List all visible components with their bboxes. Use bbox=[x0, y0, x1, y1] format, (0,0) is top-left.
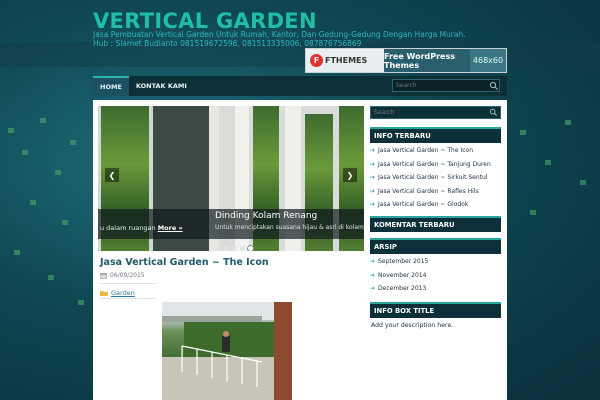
bg-decoration bbox=[62, 220, 68, 225]
bg-decoration bbox=[530, 210, 536, 215]
arrow-right-icon: ➜ bbox=[370, 271, 376, 279]
slide-previous-text: u dalam ruangan More » bbox=[100, 224, 183, 232]
bg-decoration bbox=[70, 140, 76, 145]
image-slider[interactable]: u dalam ruangan More » Dinding Kolam Ren… bbox=[98, 106, 364, 251]
info-box-description: Add your description here. bbox=[371, 322, 454, 329]
post-category[interactable]: Garden bbox=[100, 289, 135, 297]
list-item-link[interactable]: December 2013 bbox=[378, 285, 426, 292]
bg-decoration bbox=[565, 120, 571, 125]
post-meta: 06/09/2015 bbox=[100, 272, 145, 279]
arrow-right-icon: ➜ bbox=[370, 174, 376, 182]
ad-banner[interactable]: F FTHEMES Free WordPress Themes 468x60 bbox=[305, 48, 507, 73]
list-item[interactable]: ➜ Jasa Vertical Garden ~ Sirkuit Sentul bbox=[370, 171, 501, 185]
nav-item-home[interactable]: HOME bbox=[93, 76, 129, 96]
bg-decoration bbox=[520, 130, 526, 135]
divider bbox=[100, 283, 155, 284]
arrow-right-icon: ➜ bbox=[370, 285, 376, 293]
bg-decoration bbox=[580, 180, 586, 185]
list-item-link[interactable]: Jasa Vertical Garden ~ Glodok bbox=[378, 201, 468, 208]
list-item-link[interactable]: Jasa Vertical Garden ~ Sirkuit Sentul bbox=[378, 174, 487, 181]
bg-decoration bbox=[22, 150, 28, 155]
slide-title[interactable]: Dinding Kolam Renang bbox=[215, 211, 317, 221]
site-description: Jasa Pembuatan Vertical Garden Untuk Rum… bbox=[93, 30, 466, 48]
sidebar-search-box bbox=[370, 106, 501, 119]
garden-photo bbox=[162, 302, 292, 400]
slider-next-arrow-icon[interactable]: ❯ bbox=[343, 168, 357, 182]
ad-text: Free WordPress Themes bbox=[384, 49, 470, 72]
post-featured-image[interactable] bbox=[162, 302, 292, 400]
widget-title-komentar-terbaru: KOMENTAR TERBARU bbox=[370, 216, 501, 232]
more-link[interactable]: More » bbox=[158, 224, 183, 232]
folder-icon bbox=[100, 291, 108, 296]
post-category-link[interactable]: Garden bbox=[111, 289, 135, 297]
fthemes-logo-icon: F bbox=[310, 54, 323, 67]
bg-decoration bbox=[545, 160, 551, 165]
calendar-icon bbox=[100, 273, 107, 279]
nav-search-input[interactable] bbox=[393, 82, 489, 89]
widget-title-info-terbaru: INFO TERBARU bbox=[370, 127, 501, 143]
list-item[interactable]: ➜ Jasa Vertical Garden ~ The Icon bbox=[370, 144, 501, 158]
bg-decoration bbox=[40, 118, 46, 123]
nav-search-box bbox=[392, 79, 500, 92]
bg-decoration bbox=[78, 300, 84, 305]
slide-subtitle: Untuk menciptakan suasana hijau & asri d… bbox=[215, 224, 364, 231]
slider-dot[interactable] bbox=[216, 246, 221, 251]
list-item-link[interactable]: September 2015 bbox=[378, 258, 428, 265]
list-item-link[interactable]: Jasa Vertical Garden ~ Tanjung Duren bbox=[378, 161, 491, 168]
list-item[interactable]: ➜ Jasa Vertical Garden ~ Rafles Hils bbox=[370, 185, 501, 199]
widget-title-arsip: ARSIP bbox=[370, 238, 501, 254]
slider-prev-arrow-icon[interactable]: ❮ bbox=[105, 168, 119, 182]
list-item-link[interactable]: Jasa Vertical Garden ~ The Icon bbox=[378, 147, 473, 154]
slider-dot[interactable] bbox=[232, 246, 237, 251]
slider-dot[interactable] bbox=[240, 246, 245, 251]
list-item[interactable]: ➜ Jasa Vertical Garden ~ Glodok bbox=[370, 198, 501, 212]
divider bbox=[100, 298, 155, 299]
ad-size: 468x60 bbox=[470, 49, 506, 72]
widget-title-info-box: INFO BOX TITLE bbox=[370, 302, 501, 318]
slide-previous-caption: u dalam ruangan bbox=[100, 224, 156, 232]
arrow-right-icon: ➜ bbox=[370, 147, 376, 155]
search-icon[interactable] bbox=[489, 81, 499, 91]
bg-decoration bbox=[55, 170, 61, 175]
arsip-list: ➜ September 2015 ➜ November 2014 ➜ December… bbox=[370, 255, 501, 296]
list-item-link[interactable]: Jasa Vertical Garden ~ Rafles Hils bbox=[378, 188, 479, 195]
list-item[interactable]: ➜ Jasa Vertical Garden ~ Tanjung Duren bbox=[370, 158, 501, 172]
info-terbaru-list: ➜ Jasa Vertical Garden ~ The Icon ➜ Jasa V… bbox=[370, 144, 501, 212]
list-item-link[interactable]: November 2014 bbox=[378, 272, 426, 279]
arrow-right-icon: ➜ bbox=[370, 187, 376, 195]
slider-dot-active[interactable] bbox=[248, 246, 253, 251]
content-area: u dalam ruangan More » Dinding Kolam Ren… bbox=[93, 100, 507, 400]
bg-decoration bbox=[30, 200, 36, 205]
post-title[interactable]: Jasa Vertical Garden ~ The Icon bbox=[100, 257, 269, 268]
list-item[interactable]: ➜ September 2015 bbox=[370, 255, 501, 269]
main-navigation: HOME KONTAK KAMI bbox=[93, 76, 507, 96]
sidebar-search-input[interactable] bbox=[371, 109, 489, 116]
list-item[interactable]: ➜ December 2013 bbox=[370, 282, 501, 296]
bg-decoration bbox=[48, 275, 54, 280]
arrow-right-icon: ➜ bbox=[370, 160, 376, 168]
ad-logo: F FTHEMES bbox=[306, 54, 384, 67]
arrow-right-icon: ➜ bbox=[370, 258, 376, 266]
bg-decoration bbox=[14, 250, 20, 255]
search-icon[interactable] bbox=[489, 108, 498, 117]
list-item[interactable]: ➜ November 2014 bbox=[370, 269, 501, 283]
arrow-right-icon: ➜ bbox=[370, 201, 376, 209]
slider-pagination bbox=[216, 246, 253, 251]
bg-decoration bbox=[8, 128, 14, 133]
slider-dot[interactable] bbox=[224, 246, 229, 251]
ad-logo-text: FTHEMES bbox=[325, 56, 368, 65]
post-date: 06/09/2015 bbox=[110, 272, 145, 279]
nav-item-kontak-kami[interactable]: KONTAK KAMI bbox=[129, 76, 194, 96]
